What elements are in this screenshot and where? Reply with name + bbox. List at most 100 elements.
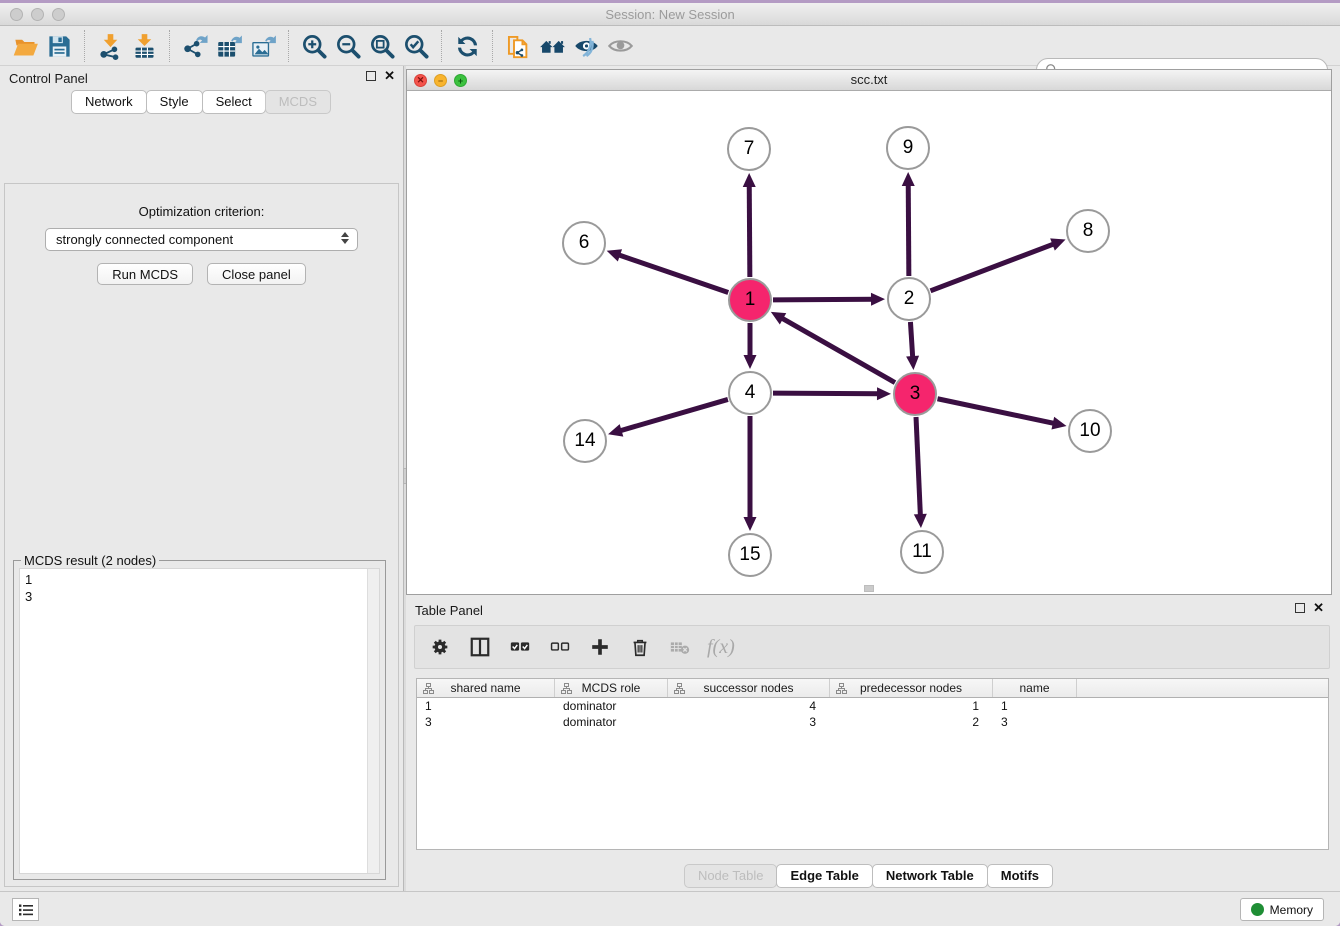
- control-panel-tabs: NetworkStyleSelectMCDS: [0, 90, 403, 114]
- network-minimize-button[interactable]: −: [434, 74, 447, 87]
- table-settings-icon[interactable]: [427, 634, 453, 660]
- float-table-panel-icon[interactable]: [1295, 603, 1305, 613]
- tab-network-table[interactable]: Network Table: [872, 864, 988, 888]
- app-titlebar: Session: New Session: [0, 3, 1340, 26]
- graph-node-15[interactable]: 15: [728, 533, 772, 577]
- application-window: Session: New Session: [0, 3, 1340, 926]
- cell-MCDS-role: dominator: [555, 714, 668, 730]
- graph-node-1[interactable]: 1: [728, 278, 772, 322]
- cell-predecessor-nodes: 2: [830, 714, 993, 730]
- cell-MCDS-role: dominator: [555, 698, 668, 714]
- app-minimize-button[interactable]: [31, 8, 44, 21]
- graph-node-3[interactable]: 3: [893, 372, 937, 416]
- show-columns-icon[interactable]: [467, 634, 493, 660]
- import-table-icon[interactable]: [127, 30, 161, 62]
- cell-shared-name: 1: [417, 698, 555, 714]
- table-toolbar: f(x): [414, 625, 1330, 669]
- tab-network[interactable]: Network: [71, 90, 147, 114]
- add-row-icon[interactable]: [587, 634, 613, 660]
- graph-node-6[interactable]: 6: [562, 221, 606, 265]
- result-scrollbar[interactable]: [367, 569, 379, 873]
- network-close-button[interactable]: ✕: [414, 74, 427, 87]
- refresh-view-icon[interactable]: [450, 30, 484, 62]
- main-toolbar: [0, 27, 1340, 66]
- tab-style[interactable]: Style: [146, 90, 203, 114]
- app-close-button[interactable]: [10, 8, 23, 21]
- toolbar-separator: [441, 30, 442, 62]
- cell-shared-name: 3: [417, 714, 555, 730]
- float-panel-icon[interactable]: [366, 71, 376, 81]
- tab-mcds[interactable]: MCDS: [265, 90, 331, 114]
- close-panel-button[interactable]: Close panel: [207, 263, 306, 285]
- mcds-result-title: MCDS result (2 nodes): [21, 553, 159, 568]
- tab-edge-table[interactable]: Edge Table: [776, 864, 872, 888]
- function-builder-icon[interactable]: f(x): [707, 636, 735, 659]
- delete-row-icon[interactable]: [627, 634, 653, 660]
- mcds-result-box: MCDS result (2 nodes) 1 3: [13, 560, 386, 880]
- column-header-predecessor-nodes[interactable]: predecessor nodes: [830, 679, 993, 697]
- zoom-selected-icon[interactable]: [399, 30, 433, 62]
- import-network-icon[interactable]: [93, 30, 127, 62]
- graph-node-4[interactable]: 4: [728, 371, 772, 415]
- column-header-MCDS-role[interactable]: MCDS role: [555, 679, 668, 697]
- close-table-panel-icon[interactable]: ✕: [1313, 603, 1324, 613]
- column-header-shared-name[interactable]: shared name: [417, 679, 555, 697]
- deselect-all-columns-icon[interactable]: [547, 634, 573, 660]
- mcds-result-text[interactable]: 1 3: [20, 571, 366, 873]
- table-panel: Table Panel ✕: [406, 598, 1332, 894]
- graph-node-7[interactable]: 7: [727, 127, 771, 171]
- zoom-out-icon[interactable]: [331, 30, 365, 62]
- table-header-row: shared nameMCDS rolesuccessor nodesprede…: [417, 679, 1328, 698]
- graph-node-14[interactable]: 14: [563, 419, 607, 463]
- cell-name: 3: [993, 714, 1077, 730]
- tab-motifs[interactable]: Motifs: [987, 864, 1053, 888]
- graph-node-11[interactable]: 11: [900, 530, 944, 574]
- column-header-successor-nodes[interactable]: successor nodes: [668, 679, 830, 697]
- export-image-icon[interactable]: [246, 30, 280, 62]
- column-header-name[interactable]: name: [993, 679, 1077, 697]
- table-panel-title: Table Panel: [415, 603, 483, 618]
- hide-selected-icon[interactable]: [569, 30, 603, 62]
- canvas-splitter-handle[interactable]: [864, 585, 874, 592]
- run-mcds-button[interactable]: Run MCDS: [97, 263, 193, 285]
- network-canvas[interactable]: 7 9 6 8 1 2 4 3 14 10 15 11: [407, 91, 1331, 594]
- export-table-icon[interactable]: [212, 30, 246, 62]
- select-stepper-icon: [338, 232, 352, 244]
- memory-button[interactable]: Memory: [1240, 898, 1324, 921]
- delete-table-icon[interactable]: [667, 634, 693, 660]
- export-network-icon[interactable]: [178, 30, 212, 62]
- network-window-titlebar[interactable]: ✕ − + scc.txt: [407, 70, 1331, 91]
- graph-node-2[interactable]: 2: [887, 277, 931, 321]
- network-maximize-button[interactable]: +: [454, 74, 467, 87]
- first-neighbors-icon[interactable]: [535, 30, 569, 62]
- table-row[interactable]: 1dominator411: [417, 698, 1328, 714]
- cell-successor-nodes: 3: [668, 714, 830, 730]
- save-session-icon[interactable]: [42, 30, 76, 62]
- graph-node-8[interactable]: 8: [1066, 209, 1110, 253]
- select-all-columns-icon[interactable]: [507, 634, 533, 660]
- table-row[interactable]: 3dominator323: [417, 714, 1328, 730]
- zoom-fit-icon[interactable]: [365, 30, 399, 62]
- toolbar-separator: [169, 30, 170, 62]
- toolbar-separator: [288, 30, 289, 62]
- status-bar: Memory: [0, 891, 1340, 926]
- zoom-in-icon[interactable]: [297, 30, 331, 62]
- app-title: Session: New Session: [0, 3, 1340, 26]
- graph-node-10[interactable]: 10: [1068, 409, 1112, 453]
- memory-button-label: Memory: [1270, 903, 1313, 917]
- cell-name: 1: [993, 698, 1077, 714]
- show-all-icon[interactable]: [603, 30, 637, 62]
- tab-node-table[interactable]: Node Table: [684, 864, 778, 888]
- task-history-button[interactable]: [12, 898, 39, 921]
- graph-node-9[interactable]: 9: [886, 126, 930, 170]
- app-maximize-button[interactable]: [52, 8, 65, 21]
- list-icon: [18, 903, 34, 917]
- new-network-from-selection-icon[interactable]: [501, 30, 535, 62]
- tab-select[interactable]: Select: [202, 90, 266, 114]
- cell-predecessor-nodes: 1: [830, 698, 993, 714]
- open-file-icon[interactable]: [8, 30, 42, 62]
- network-canvas-svg: [407, 91, 1331, 594]
- criterion-select[interactable]: strongly connected component: [45, 228, 358, 251]
- criterion-selected-value: strongly connected component: [56, 232, 233, 247]
- close-panel-icon[interactable]: ✕: [384, 71, 395, 81]
